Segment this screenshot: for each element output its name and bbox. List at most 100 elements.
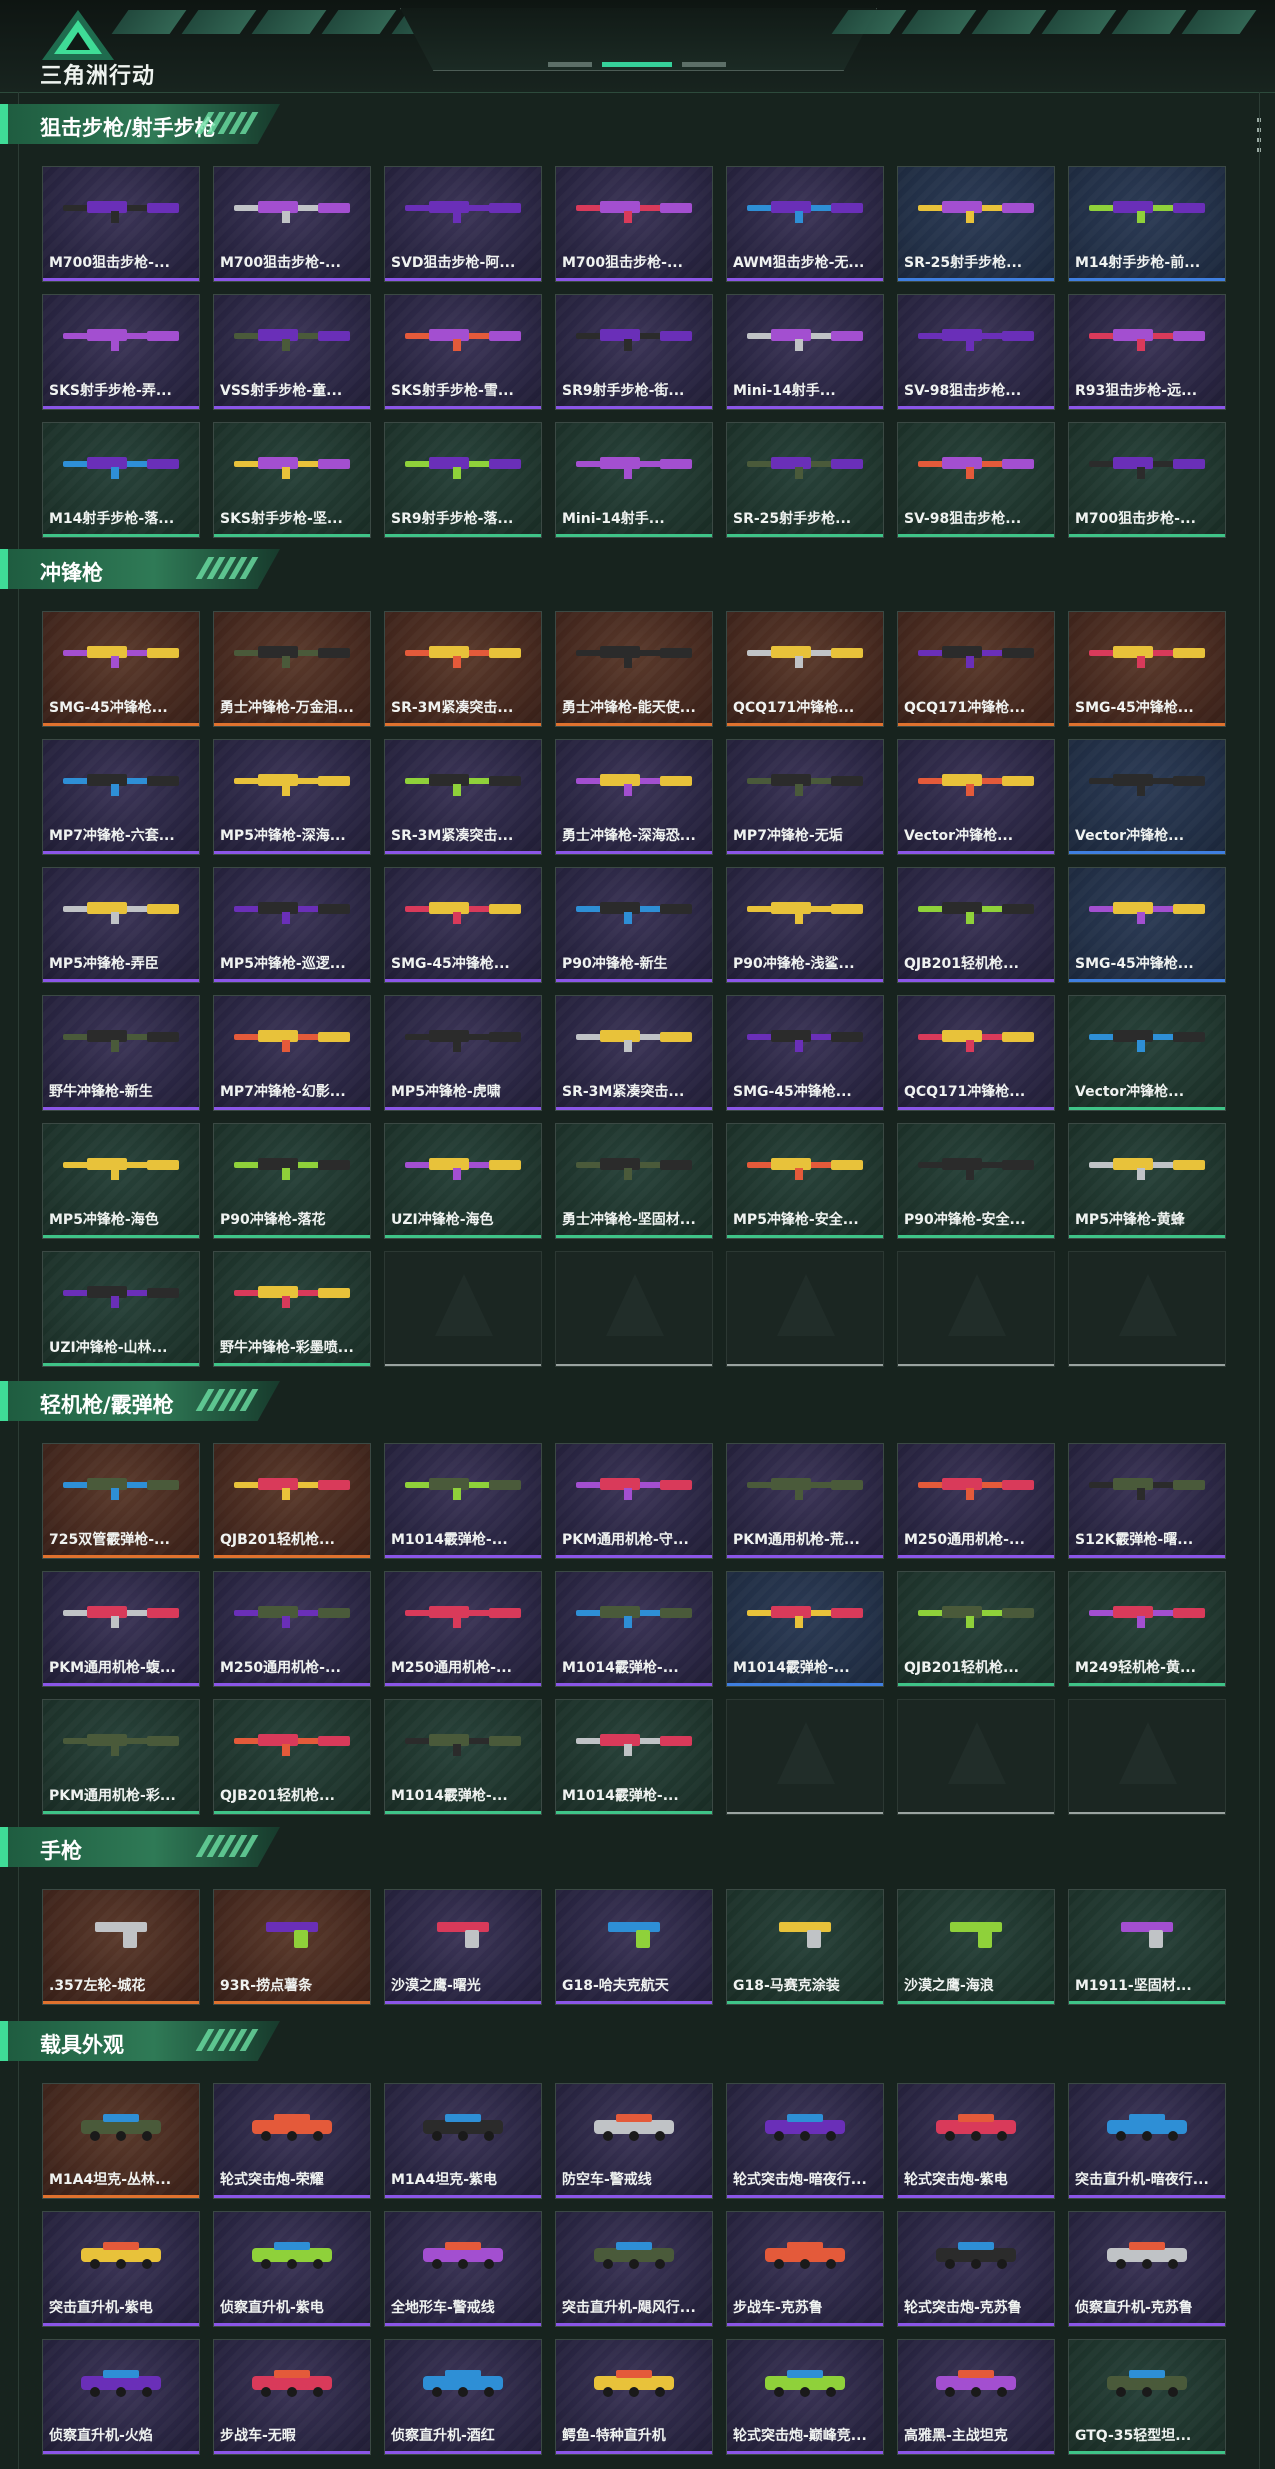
skin-card[interactable]: 勇士冲锋枪-能天使... <box>555 611 713 727</box>
skin-card[interactable]: MP5冲锋枪-安全... <box>726 1123 884 1239</box>
skin-card[interactable]: M1014霰弹枪-... <box>384 1443 542 1559</box>
skin-card[interactable]: SMG-45冲锋枪... <box>42 611 200 727</box>
skin-card[interactable]: 轮式突击炮-紫电 <box>897 2083 1055 2199</box>
skin-card[interactable]: SMG-45冲锋枪... <box>1068 867 1226 983</box>
skin-card[interactable]: 高雅黑-主战坦克 <box>897 2339 1055 2455</box>
skin-card[interactable]: M1014霰弹枪-... <box>384 1699 542 1815</box>
skin-card[interactable]: VSS射手步枪-童... <box>213 294 371 410</box>
skin-card[interactable]: PKM通用机枪-守... <box>555 1443 713 1559</box>
skin-card[interactable]: PKM通用机枪-彩... <box>42 1699 200 1815</box>
skin-card[interactable]: G18-哈夫克航天 <box>555 1889 713 2005</box>
skin-card[interactable]: PKM通用机枪-蝮... <box>42 1571 200 1687</box>
skin-card[interactable]: QCQ171冲锋枪... <box>897 611 1055 727</box>
skin-card[interactable]: SV-98狙击步枪... <box>897 422 1055 538</box>
skin-card[interactable]: 725双管霰弹枪-... <box>42 1443 200 1559</box>
skin-card[interactable]: P90冲锋枪-浅鲨... <box>726 867 884 983</box>
skin-card[interactable]: P90冲锋枪-新生 <box>555 867 713 983</box>
skin-card[interactable]: SKS射手步枪-雪... <box>384 294 542 410</box>
skin-card[interactable]: MP5冲锋枪-虎啸 <box>384 995 542 1111</box>
skin-card[interactable]: 侦察直升机-酒红 <box>384 2339 542 2455</box>
skin-card[interactable]: M1A4坦克-紫电 <box>384 2083 542 2199</box>
skin-card[interactable]: M250通用机枪-... <box>897 1443 1055 1559</box>
skin-card[interactable]: G18-马赛克涂装 <box>726 1889 884 2005</box>
skin-card[interactable]: QCQ171冲锋枪... <box>726 611 884 727</box>
skin-card[interactable]: MP5冲锋枪-深海... <box>213 739 371 855</box>
skin-card[interactable]: 勇士冲锋枪-万金泪... <box>213 611 371 727</box>
skin-card[interactable]: 步战车-克苏鲁 <box>726 2211 884 2327</box>
skin-card[interactable]: M700狙击步枪-... <box>555 166 713 282</box>
skin-card[interactable]: GTQ-35轻型坦... <box>1068 2339 1226 2455</box>
skin-card[interactable]: 野牛冲锋枪-彩墨喷... <box>213 1251 371 1367</box>
skin-card[interactable]: SMG-45冲锋枪... <box>384 867 542 983</box>
skin-card[interactable]: M700狙击步枪-... <box>1068 422 1226 538</box>
skin-card[interactable]: 侦察直升机-火焰 <box>42 2339 200 2455</box>
skin-card[interactable]: MP5冲锋枪-海色 <box>42 1123 200 1239</box>
skin-card[interactable]: SR-25射手步枪... <box>897 166 1055 282</box>
skin-card[interactable]: R93狙击步枪-远... <box>1068 294 1226 410</box>
skin-card[interactable]: 93R-捞点薯条 <box>213 1889 371 2005</box>
skin-card[interactable]: QJB201轻机枪... <box>213 1443 371 1559</box>
skin-card[interactable]: SKS射手步枪-弄... <box>42 294 200 410</box>
skin-card[interactable]: QJB201轻机枪... <box>213 1699 371 1815</box>
skin-card[interactable]: AWM狙击步枪-无... <box>726 166 884 282</box>
skin-card[interactable]: 全地形车-警戒线 <box>384 2211 542 2327</box>
skin-card[interactable]: 突击直升机-暗夜行... <box>1068 2083 1226 2199</box>
skin-card[interactable]: Mini-14射手... <box>555 422 713 538</box>
skin-card[interactable]: 步战车-无暇 <box>213 2339 371 2455</box>
skin-card[interactable]: MP7冲锋枪-无垢 <box>726 739 884 855</box>
skin-card[interactable]: M249轻机枪-黄... <box>1068 1571 1226 1687</box>
skin-card[interactable]: MP5冲锋枪-黄蜂 <box>1068 1123 1226 1239</box>
skin-card[interactable]: SMG-45冲锋枪... <box>1068 611 1226 727</box>
skin-card[interactable]: .357左轮-城花 <box>42 1889 200 2005</box>
skin-card[interactable]: M250通用机枪-... <box>213 1571 371 1687</box>
skin-card[interactable]: MP7冲锋枪-幻影... <box>213 995 371 1111</box>
skin-card[interactable]: M1911-坚固材... <box>1068 1889 1226 2005</box>
skin-card[interactable]: 勇士冲锋枪-深海恐... <box>555 739 713 855</box>
skin-card[interactable]: UZI冲锋枪-山林... <box>42 1251 200 1367</box>
skin-card[interactable]: Mini-14射手... <box>726 294 884 410</box>
skin-card[interactable]: QCQ171冲锋枪... <box>897 995 1055 1111</box>
skin-card[interactable]: 轮式突击炮-荣耀 <box>213 2083 371 2199</box>
skin-card[interactable]: 轮式突击炮-暗夜行... <box>726 2083 884 2199</box>
skin-card[interactable]: P90冲锋枪-落花 <box>213 1123 371 1239</box>
skin-card[interactable]: M250通用机枪-... <box>384 1571 542 1687</box>
skin-card[interactable]: 突击直升机-飓风行... <box>555 2211 713 2327</box>
skin-card[interactable]: SKS射手步枪-坚... <box>213 422 371 538</box>
skin-card[interactable]: MP5冲锋枪-巡逻... <box>213 867 371 983</box>
skin-card[interactable]: 轮式突击炮-克苏鲁 <box>897 2211 1055 2327</box>
skin-card[interactable]: Vector冲锋枪... <box>897 739 1055 855</box>
skin-card[interactable]: SR-3M紧凑突击... <box>384 611 542 727</box>
skin-card[interactable]: SR-3M紧凑突击... <box>555 995 713 1111</box>
skin-card[interactable]: SR-3M紧凑突击... <box>384 739 542 855</box>
skin-card[interactable]: SR-25射手步枪... <box>726 422 884 538</box>
skin-card[interactable]: MP5冲锋枪-弄臣 <box>42 867 200 983</box>
skin-card[interactable]: Vector冲锋枪... <box>1068 739 1226 855</box>
skin-card[interactable]: 沙漠之鹰-曙光 <box>384 1889 542 2005</box>
skin-card[interactable]: 轮式突击炮-巅峰竞... <box>726 2339 884 2455</box>
skin-card[interactable]: 勇士冲锋枪-坚固材... <box>555 1123 713 1239</box>
skin-card[interactable]: S12K霰弹枪-曙... <box>1068 1443 1226 1559</box>
skin-card[interactable]: 防空车-警戒线 <box>555 2083 713 2199</box>
skin-card[interactable]: 突击直升机-紫电 <box>42 2211 200 2327</box>
skin-card[interactable]: QJB201轻机枪... <box>897 1571 1055 1687</box>
skin-card[interactable]: P90冲锋枪-安全... <box>897 1123 1055 1239</box>
skin-card[interactable]: QJB201轻机枪... <box>897 867 1055 983</box>
skin-card[interactable]: MP7冲锋枪-六套... <box>42 739 200 855</box>
skin-card[interactable]: Vector冲锋枪... <box>1068 995 1226 1111</box>
skin-card[interactable]: UZI冲锋枪-海色 <box>384 1123 542 1239</box>
skin-card[interactable]: 鳄鱼-特种直升机 <box>555 2339 713 2455</box>
skin-card[interactable]: 侦察直升机-紫电 <box>213 2211 371 2327</box>
skin-card[interactable]: M1014霰弹枪-... <box>726 1571 884 1687</box>
skin-card[interactable]: M1014霰弹枪-... <box>555 1699 713 1815</box>
skin-card[interactable]: 野牛冲锋枪-新生 <box>42 995 200 1111</box>
skin-card[interactable]: SMG-45冲锋枪... <box>726 995 884 1111</box>
skin-card[interactable]: M14射手步枪-前... <box>1068 166 1226 282</box>
skin-card[interactable]: M700狙击步枪-... <box>213 166 371 282</box>
skin-card[interactable]: 侦察直升机-克苏鲁 <box>1068 2211 1226 2327</box>
skin-card[interactable]: 沙漠之鹰-海浪 <box>897 1889 1055 2005</box>
skin-card[interactable]: SR9射手步枪-街... <box>555 294 713 410</box>
skin-card[interactable]: SR9射手步枪-落... <box>384 422 542 538</box>
skin-card[interactable]: PKM通用机枪-荒... <box>726 1443 884 1559</box>
skin-card[interactable]: SV-98狙击步枪... <box>897 294 1055 410</box>
skin-card[interactable]: M1A4坦克-丛林... <box>42 2083 200 2199</box>
